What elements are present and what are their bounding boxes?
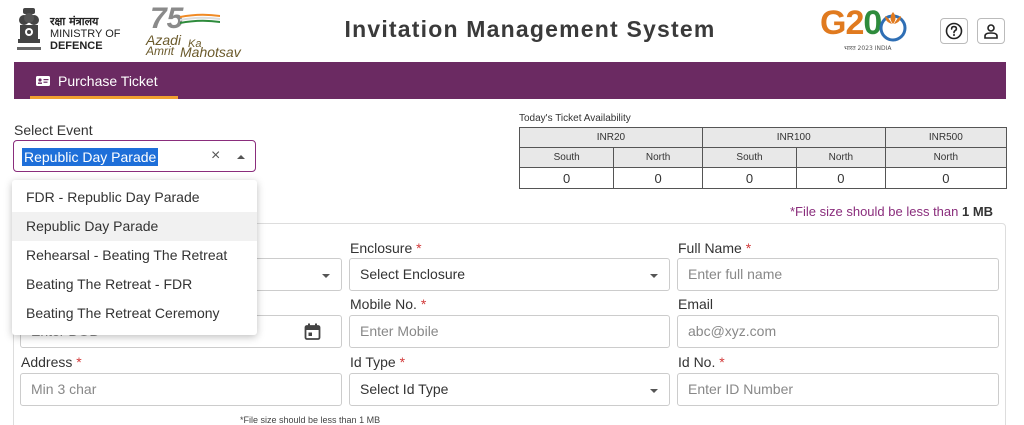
user-icon — [984, 24, 998, 39]
id-number-label-text: Id No. — [678, 354, 716, 370]
group-header-inr20: INR20 — [519, 127, 703, 148]
caret-down-icon — [650, 274, 658, 278]
file-size-note: *File size should be less than 1 MB — [790, 204, 993, 219]
ticket-card-icon — [36, 75, 50, 86]
list-item[interactable]: Beating The Retreat - FDR — [12, 270, 257, 299]
column-header: North — [796, 147, 886, 168]
required-mark: * — [416, 240, 422, 256]
availability-cell: 0 — [796, 167, 886, 189]
availability-cell: 0 — [884, 167, 1008, 189]
address-label-text: Address — [21, 354, 73, 370]
select-event-dropdown[interactable]: Republic Day Parade × — [13, 140, 256, 172]
id-number-label: Id No. * — [678, 354, 725, 370]
column-header: North — [613, 147, 703, 168]
national-emblem-icon — [17, 8, 41, 50]
availability-cell: 0 — [613, 167, 703, 189]
column-header: South — [518, 147, 615, 168]
required-mark: * — [420, 296, 427, 312]
tab-purchase-ticket[interactable]: Purchase Ticket — [30, 62, 164, 99]
caret-down-icon — [322, 274, 330, 278]
azadi-75-text: 75 — [150, 2, 184, 35]
file-size-note-limit: 1 MB — [961, 204, 994, 219]
id-type-select-value: Select Id Type — [360, 381, 449, 397]
group-header-inr100: INR100 — [701, 127, 886, 148]
id-type-label: Id Type * — [350, 354, 405, 370]
select-event-value: Republic Day Parade — [22, 148, 159, 166]
required-mark: * — [719, 354, 725, 370]
enclosure-label: Enclosure * — [350, 240, 422, 256]
table-row: South North South North North — [518, 147, 1008, 168]
full-name-input[interactable]: Enter full name — [677, 258, 999, 291]
help-circle-icon — [945, 22, 963, 40]
enclosure-select[interactable]: Select Enclosure — [349, 258, 670, 291]
photo-file-size-note: *File size should be less than 1 MB — [240, 415, 381, 425]
tricolor-flag-icon — [180, 13, 220, 24]
mobile-label-text: Mobile No. — [350, 296, 417, 312]
address-input[interactable]: Min 3 char — [20, 373, 342, 406]
help-button[interactable] — [940, 18, 968, 44]
ministry-of-defence-logo[interactable]: रक्षा मंत्रालय MINISTRY OF DEFENCE — [14, 6, 124, 54]
id-type-select[interactable]: Select Id Type — [349, 373, 670, 406]
select-event-label: Select Event — [14, 122, 93, 138]
email-label: Email — [678, 296, 714, 312]
calendar-icon[interactable] — [304, 323, 321, 340]
mobile-label: Mobile No. * — [350, 296, 426, 312]
mobile-input[interactable]: Enter Mobile — [349, 315, 670, 348]
list-item[interactable]: Beating The Retreat Ceremony — [12, 299, 257, 328]
full-name-label-text: Full Name — [678, 240, 742, 256]
tab-purchase-ticket-label: Purchase Ticket — [58, 72, 158, 89]
file-size-note-text: *File size should be less than — [790, 204, 962, 219]
g20-g2: G2 — [820, 4, 864, 42]
user-profile-button[interactable] — [977, 18, 1005, 44]
app-header: रक्षा मंत्रालय MINISTRY OF DEFENCE 75 Az… — [0, 0, 1024, 62]
mahotsav-text: Mahotsav — [180, 44, 241, 60]
address-label: Address * — [21, 354, 82, 370]
caret-up-icon[interactable] — [235, 151, 247, 163]
availability-cell: 0 — [518, 167, 615, 189]
clear-icon[interactable]: × — [211, 147, 225, 165]
id-type-label-text: Id Type — [350, 354, 396, 370]
ministry-name-line2: DEFENCE — [50, 40, 103, 52]
main-nav-bar: Purchase Ticket — [14, 62, 1006, 99]
required-mark: * — [399, 354, 406, 370]
group-header-inr500: INR500 — [884, 127, 1008, 148]
g20-wordmark: G20 — [820, 4, 882, 43]
availability-title: Today's Ticket Availability — [519, 113, 631, 124]
caret-down-icon — [650, 389, 658, 393]
column-header: South — [701, 147, 798, 168]
email-input[interactable]: abc@xyz.com — [677, 315, 999, 348]
required-mark: * — [76, 354, 82, 370]
full-name-label: Full Name * — [678, 240, 751, 256]
g20-logo: G20 भारत 2023 INDIA — [818, 4, 918, 54]
select-event-options: FDR - Republic Day Parade Republic Day P… — [12, 180, 257, 335]
ministry-hindi-name: रक्षा मंत्रालय — [50, 15, 99, 28]
enclosure-label-text: Enclosure — [350, 240, 413, 256]
amrit-text: Amrit — [146, 44, 174, 58]
list-item[interactable]: FDR - Republic Day Parade — [12, 183, 257, 212]
id-number-input[interactable]: Enter ID Number — [677, 373, 999, 406]
column-header: North — [884, 147, 1008, 168]
table-row: INR20 INR100 INR500 — [519, 127, 1008, 148]
azadi-ka-amrit-mahotsav-logo: 75 Azadi Ka Amrit Mahotsav — [144, 2, 244, 60]
active-tab-indicator — [30, 96, 178, 99]
ministry-name-line1: MINISTRY OF — [50, 28, 121, 40]
ticket-availability-table: INR20 INR100 INR500 South North South No… — [518, 127, 1008, 189]
lotus-globe-icon — [879, 12, 907, 42]
list-item[interactable]: Republic Day Parade — [12, 212, 257, 241]
availability-cell: 0 — [701, 167, 798, 189]
enclosure-select-value: Select Enclosure — [360, 266, 466, 282]
list-item[interactable]: Rehearsal - Beating The Retreat — [12, 241, 257, 270]
page-title: Invitation Management System — [344, 16, 716, 42]
g20-subtitle: भारत 2023 INDIA — [844, 45, 892, 52]
required-mark: * — [745, 240, 752, 256]
table-row: 0 0 0 0 0 — [518, 167, 1008, 189]
